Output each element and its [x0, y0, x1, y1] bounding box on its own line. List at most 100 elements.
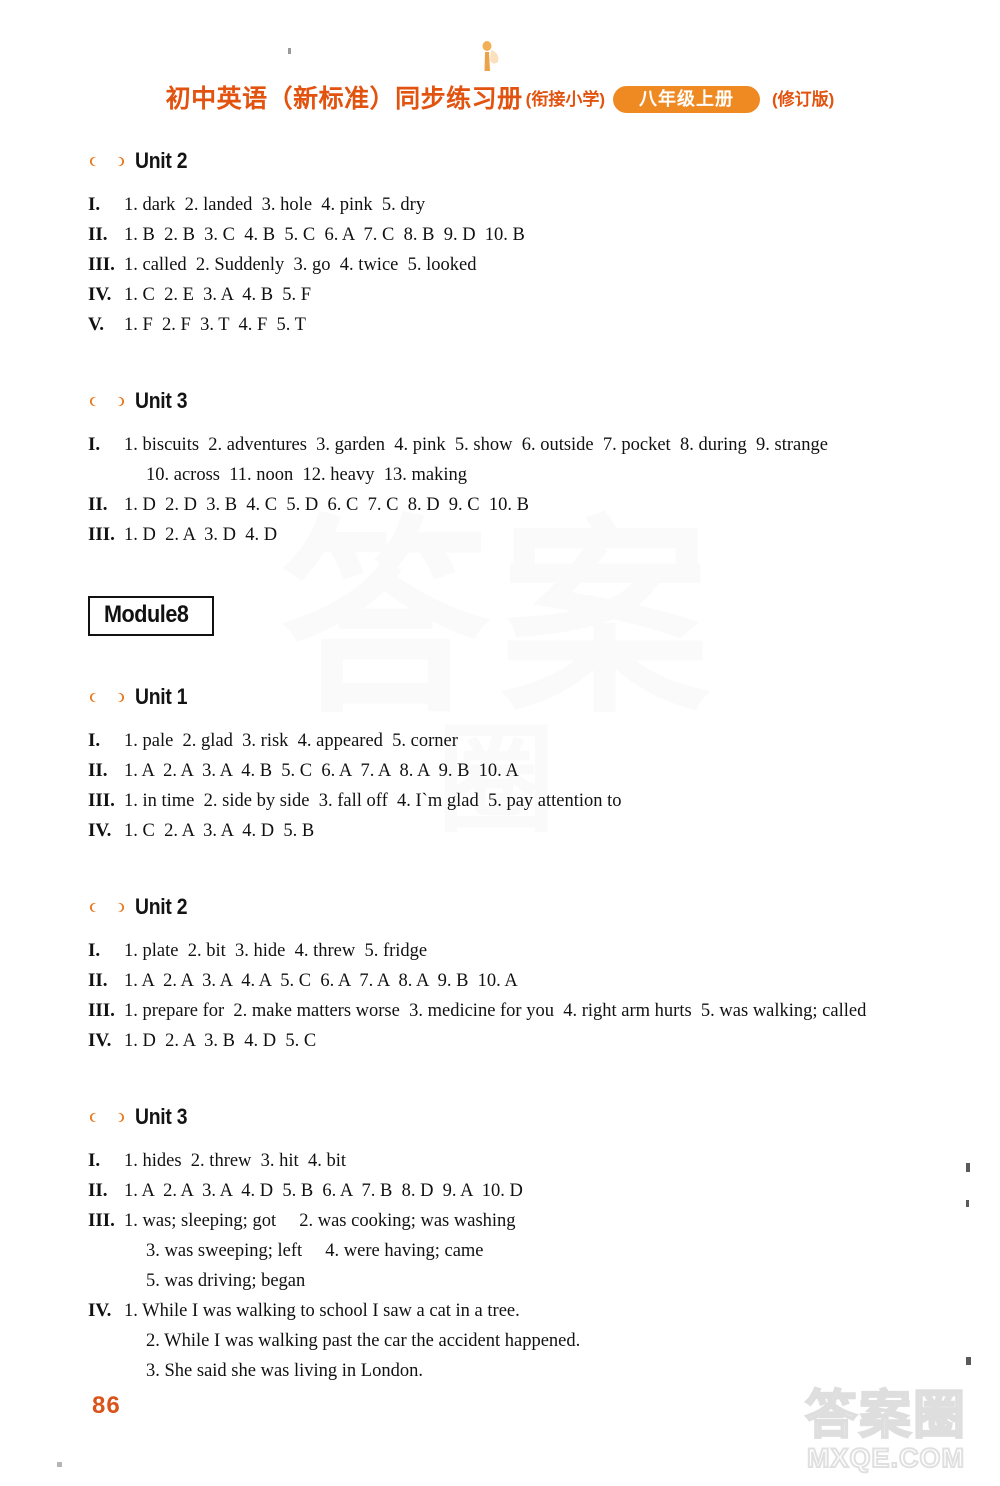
answer-text: 1. called 2. Suddenly 3. go 4. twice 5. … [124, 255, 477, 275]
answer-row: 2. While I was walking past the car the … [88, 1326, 1000, 1356]
answer-roman-numeral: III. [88, 790, 115, 811]
answer-text: 3. was sweeping; left 4. were having; ca… [146, 1241, 484, 1261]
answer-text: 1. prepare for 2. make matters worse 3. … [124, 1001, 867, 1021]
crescent-left-icon [89, 1112, 97, 1122]
answer-text: 1. F 2. F 3. T 4. F 5. T [124, 315, 306, 335]
answer-key-content: Unit 2 I. 1. dark 2. landed 3. hole 4. pin… [0, 130, 1000, 1386]
answer-list: I. 1. pale 2. glad 3. risk 4. appeared 5.… [0, 726, 1000, 846]
answer-text: 1. D 2. D 3. B 4. C 5. D 6. C 7. C 8. D … [124, 495, 529, 515]
unit-heading: Unit 3 [88, 386, 1000, 416]
answer-row: IV. 1. D 2. A 3. B 4. D 5. C [88, 1026, 1000, 1056]
answer-row: 10. across 11. noon 12. heavy 13. making [88, 460, 1000, 490]
answer-text: 1. A 2. A 3. A 4. D 5. B 6. A 7. B 8. D … [124, 1181, 523, 1201]
watermark-url-text: MXQE.COM [806, 1443, 965, 1474]
answer-row: II. 1. D 2. D 3. B 4. C 5. D 6. C 7. C 8.… [88, 490, 1000, 520]
answer-text: 1. A 2. A 3. A 4. A 5. C 6. A 7. A 8. A … [124, 971, 518, 991]
answer-roman-numeral: I. [88, 730, 101, 751]
answer-roman-numeral: IV. [88, 284, 112, 305]
answer-roman-numeral: I. [88, 434, 101, 455]
answer-text: 1. B 2. B 3. C 4. B 5. C 6. A 7. C 8. B … [124, 225, 525, 245]
crescent-left-icon [89, 692, 97, 702]
answer-text: 1. D 2. A 3. B 4. D 5. C [124, 1031, 317, 1051]
answer-text: 1. was; sleeping; got 2. was cooking; wa… [124, 1211, 516, 1231]
answer-row: IV. 1. C 2. A 3. A 4. D 5. B [88, 816, 1000, 846]
grade-badge: 八年级上册 [613, 86, 760, 113]
answer-row: IV. 1. While I was walking to school I sa… [88, 1296, 1000, 1326]
answer-list: I. 1. hides 2. threw 3. hit 4. bit II. 1. A… [0, 1146, 1000, 1386]
answer-row: II. 1. B 2. B 3. C 4. B 5. C 6. A 7. C 8.… [88, 220, 1000, 250]
crescent-right-icon [117, 902, 125, 912]
answer-row: II. 1. A 2. A 3. A 4. B 5. C 6. A 7. A 8.… [88, 756, 1000, 786]
unit-title: Unit 1 [135, 684, 188, 709]
module-box: Module8 [88, 596, 214, 636]
answer-row: I. 1. plate 2. bit 3. hide 4. threw 5. fr… [88, 936, 1000, 966]
answer-text: 1. pale 2. glad 3. risk 4. appeared 5. c… [124, 731, 458, 751]
answer-list: I. 1. biscuits 2. adventures 3. garden 4.… [0, 430, 1000, 550]
answer-roman-numeral: III. [88, 1000, 115, 1021]
watermark-chinese-text: 答案圈 [804, 1387, 967, 1446]
unit-heading: Unit 3 [88, 1102, 1000, 1132]
crescent-left-icon [89, 156, 97, 166]
answer-text: 5. was driving; began [146, 1271, 306, 1291]
answer-row: I. 1. dark 2. landed 3. hole 4. pink 5. d… [88, 190, 1000, 220]
answer-row: III. 1. D 2. A 3. D 4. D [88, 520, 1000, 550]
header-title-sub: (衔接小学) [525, 90, 605, 109]
unit-title: Unit 3 [135, 1104, 188, 1129]
answer-text: 1. D 2. A 3. D 4. D [124, 525, 278, 545]
answer-roman-numeral: II. [88, 760, 108, 781]
answer-roman-numeral: IV. [88, 820, 112, 841]
unit-heading: Unit 1 [88, 682, 1000, 712]
crescent-left-icon [89, 902, 97, 912]
answer-text: 1. plate 2. bit 3. hide 4. threw 5. frid… [124, 941, 428, 961]
answer-roman-numeral: IV. [88, 1300, 112, 1321]
answer-row: 3. She said she was living in London. [88, 1356, 1000, 1386]
answer-text: 1. biscuits 2. adventures 3. garden 4. p… [124, 435, 828, 455]
crescent-right-icon [117, 156, 125, 166]
crescent-right-icon [117, 1112, 125, 1122]
answer-text: 10. across 11. noon 12. heavy 13. making [146, 465, 467, 485]
answer-roman-numeral: III. [88, 524, 115, 545]
answer-row: I. 1. pale 2. glad 3. risk 4. appeared 5.… [88, 726, 1000, 756]
answer-row: III. 1. prepare for 2. make matters worse… [88, 996, 1000, 1026]
scan-speck [966, 1357, 971, 1365]
answer-text: 1. in time 2. side by side 3. fall off 4… [124, 791, 622, 811]
module-label: Module8 [104, 601, 189, 628]
answer-text: 1. C 2. E 3. A 4. B 5. F [124, 285, 312, 305]
crescent-left-icon [89, 396, 97, 406]
answer-row: III. 1. in time 2. side by side 3. fall o… [88, 786, 1000, 816]
answer-row: V. 1. F 2. F 3. T 4. F 5. T [88, 310, 1000, 340]
unit-heading: Unit 2 [88, 892, 1000, 922]
answer-row: III. 1. was; sleeping; got 2. was cooking… [88, 1206, 1000, 1236]
answer-roman-numeral: I. [88, 194, 101, 215]
header-title-line: 初中英语（新标准）同步练习册 (衔接小学) 八年级上册 (修订版) [0, 86, 1000, 113]
page-number: 86 [92, 1392, 121, 1419]
answer-row: I. 1. hides 2. threw 3. hit 4. bit [88, 1146, 1000, 1176]
header-title-main: 初中英语（新标准）同步练习册 [165, 85, 523, 113]
answer-text: 1. hides 2. threw 3. hit 4. bit [124, 1151, 346, 1171]
answer-roman-numeral: II. [88, 224, 108, 245]
answer-text: 1. A 2. A 3. A 4. B 5. C 6. A 7. A 8. A … [124, 761, 519, 781]
answer-text: 3. She said she was living in London. [146, 1361, 423, 1381]
answer-row: II. 1. A 2. A 3. A 4. A 5. C 6. A 7. A 8.… [88, 966, 1000, 996]
answer-text: 1. dark 2. landed 3. hole 4. pink 5. dry [124, 195, 426, 215]
header-revision: (修订版) [772, 90, 835, 109]
answer-roman-numeral: IV. [88, 1030, 112, 1051]
unit-title: Unit 2 [135, 894, 188, 919]
answer-row: 3. was sweeping; left 4. were having; ca… [88, 1236, 1000, 1266]
answer-roman-numeral: II. [88, 494, 108, 515]
answer-row: III. 1. called 2. Suddenly 3. go 4. twice… [88, 250, 1000, 280]
answer-list: I. 1. dark 2. landed 3. hole 4. pink 5. d… [0, 190, 1000, 340]
scan-speck [57, 1462, 62, 1467]
unit-title: Unit 3 [135, 388, 188, 413]
answer-text: 2. While I was walking past the car the … [146, 1331, 581, 1351]
answer-row: IV. 1. C 2. E 3. A 4. B 5. F [88, 280, 1000, 310]
answer-roman-numeral: III. [88, 1210, 115, 1231]
